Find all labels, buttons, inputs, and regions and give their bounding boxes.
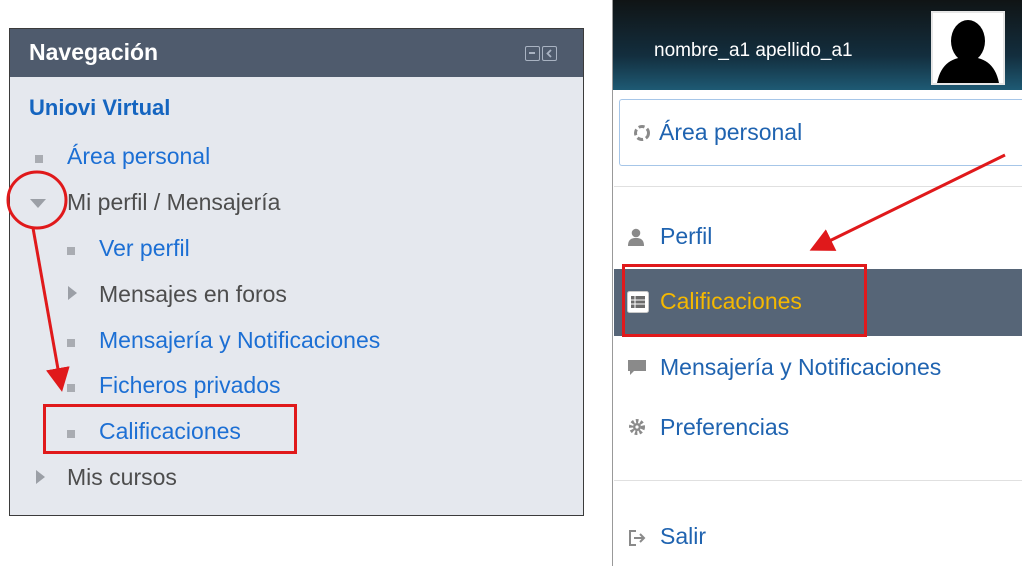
nav-item-uniovi-virtual[interactable]: Uniovi Virtual	[29, 95, 170, 121]
user-icon	[628, 228, 644, 246]
bullet-icon	[67, 384, 75, 392]
menu-item-perfil[interactable]: Perfil	[660, 223, 712, 250]
dock-block-button[interactable]	[542, 46, 557, 61]
bullet-icon	[67, 339, 75, 347]
menu-item-area-personal[interactable]: Área personal	[619, 99, 1022, 166]
nav-item-mis-cursos[interactable]: Mis cursos	[67, 464, 177, 491]
menu-divider	[614, 480, 1022, 481]
menu-item-salir[interactable]: Salir	[660, 523, 706, 550]
navigation-block: Navegación Uniovi Virtual Área personal …	[9, 28, 584, 516]
collapsed-arrow-icon[interactable]	[36, 470, 45, 484]
nav-item-area-personal[interactable]: Área personal	[67, 143, 210, 170]
logout-icon	[629, 530, 646, 546]
menu-divider	[614, 186, 1022, 187]
nav-item-ficheros-privados[interactable]: Ficheros privados	[99, 372, 281, 399]
collapsed-arrow-icon[interactable]	[68, 286, 77, 300]
navigation-title: Navegación	[29, 39, 159, 65]
nav-item-mensajes-foros[interactable]: Mensajes en foros	[99, 281, 287, 308]
expand-arrow-icon[interactable]	[30, 199, 46, 208]
user-dropdown-menu: nombre_a1 apellido_a1 Área personal Perf…	[612, 0, 1022, 566]
avatar[interactable]	[931, 11, 1005, 85]
bullet-icon	[35, 155, 43, 163]
hide-block-button[interactable]	[525, 46, 540, 61]
chat-icon	[628, 360, 646, 375]
gear-icon	[629, 419, 645, 435]
menu-item-preferencias[interactable]: Preferencias	[660, 414, 789, 441]
nav-item-mensajeria[interactable]: Mensajería y Notificaciones	[99, 327, 380, 354]
default-avatar-icon	[937, 20, 999, 83]
dashboard-icon	[634, 125, 650, 141]
nav-item-ver-perfil[interactable]: Ver perfil	[99, 235, 190, 262]
chevron-left-icon	[546, 49, 552, 58]
menu-label-area-personal: Área personal	[659, 119, 803, 145]
user-name[interactable]: nombre_a1 apellido_a1	[654, 40, 853, 62]
user-bar: nombre_a1 apellido_a1	[613, 0, 1022, 90]
annotation-highlight-box	[43, 404, 297, 454]
menu-item-mensajeria[interactable]: Mensajería y Notificaciones	[660, 354, 941, 381]
bullet-icon	[67, 247, 75, 255]
annotation-highlight-box	[622, 264, 867, 337]
navigation-header: Navegación	[10, 29, 583, 77]
nav-item-mi-perfil[interactable]: Mi perfil / Mensajería	[67, 189, 280, 216]
